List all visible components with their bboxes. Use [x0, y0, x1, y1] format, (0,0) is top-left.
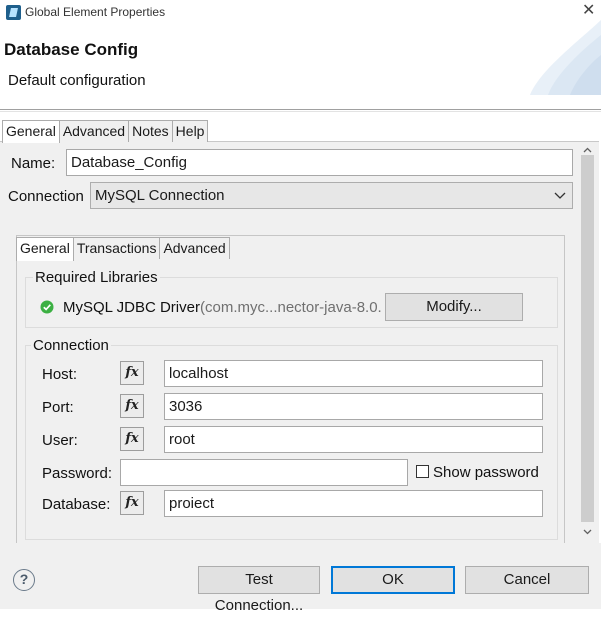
- page-title: Database Config: [4, 40, 139, 59]
- close-icon[interactable]: ✕: [582, 3, 595, 19]
- database-label: Database:: [42, 496, 111, 513]
- header-separator: [0, 109, 601, 110]
- show-password-label: Show password: [433, 464, 539, 481]
- required-libraries-title: Required Libraries: [33, 269, 160, 286]
- page-subtitle: Default configuration: [8, 72, 146, 89]
- inner-tab-advanced[interactable]: Advanced: [159, 237, 230, 259]
- tab-help[interactable]: Help: [171, 120, 209, 142]
- app-icon: [6, 5, 21, 20]
- help-icon[interactable]: ?: [13, 569, 35, 591]
- fx-icon[interactable]: fx: [120, 427, 144, 451]
- host-label: Host:: [42, 366, 78, 383]
- scroll-up-icon[interactable]: [581, 143, 594, 155]
- header-separator-light: [0, 111, 601, 112]
- inner-tab-bar: General Transactions Advanced: [16, 237, 230, 261]
- tab-advanced[interactable]: Advanced: [58, 120, 130, 142]
- user-input[interactable]: root: [164, 426, 543, 453]
- password-label: Password:: [42, 465, 113, 482]
- scroll-down-icon[interactable]: [581, 525, 594, 537]
- ok-button[interactable]: OK: [331, 566, 455, 594]
- tab-general[interactable]: General: [2, 120, 60, 143]
- host-input[interactable]: localhost: [164, 360, 543, 387]
- name-input[interactable]: Database_Config: [66, 149, 573, 176]
- connection-select[interactable]: MySQL Connection: [90, 182, 573, 209]
- chevron-down-icon: [554, 184, 566, 215]
- connection-select-value: MySQL Connection: [95, 187, 225, 204]
- connection-group-title: Connection: [31, 337, 111, 354]
- port-input[interactable]: 3036: [164, 393, 543, 420]
- fx-icon[interactable]: fx: [120, 394, 144, 418]
- fx-icon[interactable]: fx: [120, 491, 144, 515]
- check-circle-icon: [40, 300, 54, 314]
- inner-tab-general[interactable]: General: [16, 237, 74, 261]
- scrollbar-thumb[interactable]: [581, 155, 594, 522]
- window-title: Global Element Properties: [25, 5, 166, 19]
- fx-icon[interactable]: fx: [120, 361, 144, 385]
- name-label: Name:: [11, 155, 56, 172]
- modify-button[interactable]: Modify...: [385, 293, 523, 321]
- show-password-checkbox[interactable]: [416, 465, 429, 478]
- inner-tab-transactions[interactable]: Transactions: [72, 237, 161, 259]
- connection-label: Connection: [8, 188, 84, 205]
- cancel-button[interactable]: Cancel: [465, 566, 589, 594]
- database-input[interactable]: proiect: [164, 490, 543, 517]
- port-label: Port:: [42, 399, 74, 416]
- password-input[interactable]: [120, 459, 408, 486]
- header-decoration: [520, 20, 601, 95]
- user-label: User:: [42, 432, 78, 449]
- tab-notes[interactable]: Notes: [128, 120, 173, 142]
- test-connection-button[interactable]: Test Connection...: [198, 566, 320, 614]
- driver-name: MySQL JDBC Driver: [63, 299, 200, 316]
- tab-bar: General Advanced Notes Help: [2, 120, 209, 143]
- driver-detail: (com.myc...nector-java-8.0.: [200, 299, 382, 316]
